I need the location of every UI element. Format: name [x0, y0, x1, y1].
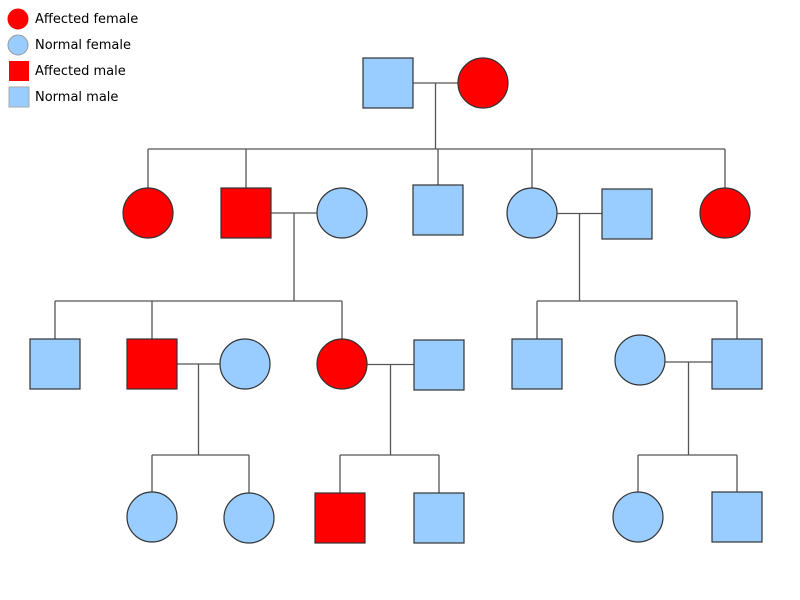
legend-item-normal-female: Normal female — [7, 34, 131, 56]
affected-male-iii-2 — [126, 338, 178, 390]
affected-female-ii-1 — [122, 187, 174, 239]
normal-male-iii-5 — [413, 339, 465, 391]
affected-female-i-2 — [457, 57, 509, 109]
normal-female-ii-3 — [316, 187, 368, 239]
normal-male-iv-6 — [711, 491, 763, 543]
pedigree-diagram: Affected female Normal female Affected m… — [7, 8, 763, 544]
normal-female-iii-7 — [614, 334, 666, 386]
legend-item-normal-male: Normal male — [8, 86, 118, 108]
normal-male-i-1 — [362, 57, 414, 109]
legend-label: Normal male — [35, 90, 118, 105]
affected-female-iii-4 — [316, 338, 368, 390]
affected-male-icon — [9, 61, 29, 81]
connector-lines — [54, 82, 738, 493]
normal-male-icon — [8, 86, 30, 108]
normal-male-iii-1 — [29, 338, 81, 390]
legend-label: Normal female — [35, 38, 131, 53]
legend: Affected female Normal female Affected m… — [7, 8, 138, 108]
affected-female-ii-7 — [699, 187, 751, 239]
normal-female-iv-2 — [223, 492, 275, 544]
normal-female-ii-5 — [506, 187, 558, 239]
legend-item-affected-male: Affected male — [9, 61, 126, 81]
legend-label: Affected female — [35, 12, 138, 27]
affected-female-icon — [7, 8, 29, 30]
normal-male-iv-4 — [413, 492, 465, 544]
normal-female-iii-3 — [219, 338, 271, 390]
legend-label: Affected male — [35, 64, 126, 79]
normal-female-iv-5 — [612, 491, 664, 543]
legend-item-affected-female: Affected female — [7, 8, 138, 30]
affected-male-ii-2 — [220, 187, 272, 239]
normal-male-ii-4 — [412, 184, 464, 236]
affected-male-iv-3 — [314, 492, 366, 544]
normal-female-icon — [7, 34, 29, 56]
normal-male-ii-6 — [601, 188, 653, 240]
normal-male-iii-6 — [511, 338, 563, 390]
normal-male-iii-8 — [711, 338, 763, 390]
normal-female-iv-1 — [126, 491, 178, 543]
